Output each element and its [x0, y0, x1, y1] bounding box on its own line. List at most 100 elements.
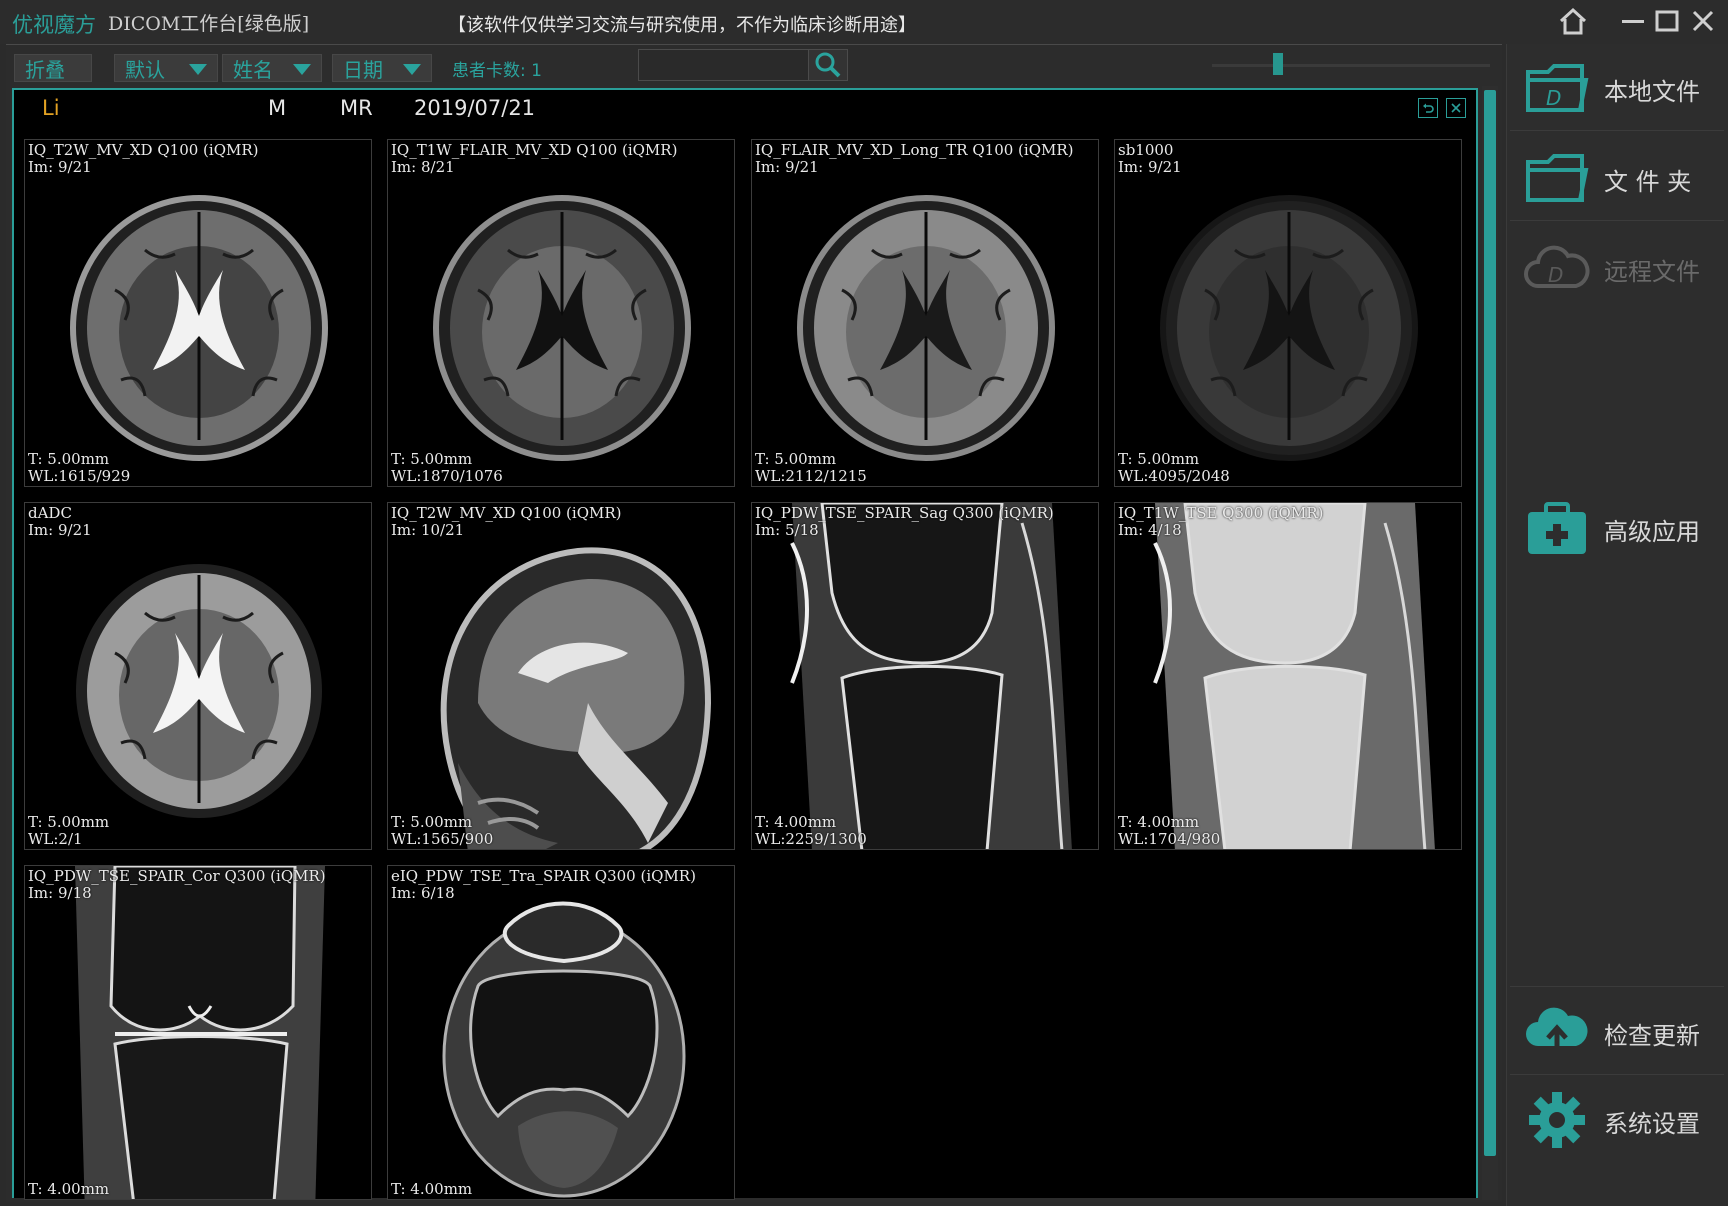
study-date: 2019/07/21 [414, 96, 536, 120]
image-index: Im: 10/21 [391, 521, 465, 539]
series-overlay-bottom: T: 5.00mm WL:2/1 [28, 814, 109, 848]
series-title: IQ_PDW_TSE_SPAIR_Cor Q300 (iQMR) [28, 867, 326, 885]
patient-name: Li [42, 96, 60, 120]
window-level: WL:1565/900 [391, 830, 494, 848]
mri-image [388, 866, 734, 1199]
series-overlay-top: dADC Im: 9/21 [28, 505, 92, 539]
series-title: IQ_T2W_MV_XD Q100 (iQMR) [28, 141, 259, 159]
series-thumbnail[interactable]: IQ_T2W_MV_XD Q100 (iQMR) Im: 9/21 T: 5.00m… [24, 139, 372, 487]
sort-name-dropdown[interactable]: 姓名 [222, 54, 322, 82]
series-overlay-bottom: T: 4.00mm WL:2259/1300 [755, 814, 867, 848]
home-icon[interactable] [1556, 4, 1590, 38]
gear-icon [1529, 1092, 1585, 1148]
cloud-upload-icon [1526, 1007, 1588, 1058]
title-bar: 优视魔方 DICOM工作台[绿色版] 【该软件仅供学习交流与研究使用，不作为临床… [0, 0, 1728, 44]
search-input[interactable] [640, 51, 810, 81]
patient-modality: MR [340, 96, 373, 120]
collapse-button[interactable]: 折叠 [14, 54, 92, 82]
series-overlay-bottom: T: 5.00mm WL:4095/2048 [1118, 451, 1230, 485]
series-overlay-bottom: T: 5.00mm WL:2112/1215 [755, 451, 867, 485]
sidebar-label-folder: 文 件 夹 [1604, 168, 1692, 196]
disclaimer-text: 【该软件仅供学习交流与研究使用，不作为临床诊断用途】 [448, 15, 916, 36]
series-thumbnail[interactable]: IQ_T1W_TSE Q300 (iQMR) Im: 4/18 T: 4.00mm W… [1114, 502, 1462, 850]
sidebar-item-remote-files[interactable]: D 远程文件 [1506, 224, 1728, 310]
app-brand: 优视魔方 [12, 13, 96, 37]
series-overlay-bottom: T: 4.00mm [28, 1181, 109, 1198]
slice-thickness: T: 4.00mm [391, 1180, 473, 1198]
sidebar-item-local-files[interactable]: D 本地文件 [1506, 44, 1728, 130]
slice-thickness: T: 4.00mm [755, 813, 837, 831]
undo-icon [1423, 103, 1434, 113]
series-title: IQ_PDW_TSE_SPAIR_Sag Q300 (iQMR) [755, 504, 1054, 522]
mri-image [70, 195, 328, 461]
series-title: sb1000 [1118, 141, 1174, 159]
slice-thickness: T: 4.00mm [1118, 813, 1200, 831]
sidebar-item-check-update[interactable]: 检查更新 [1506, 988, 1728, 1074]
series-thumbnail[interactable]: IQ_T2W_MV_XD Q100 (iQMR) Im: 10/21 T: 5.00… [387, 502, 735, 850]
local-folder-icon: D [1526, 64, 1589, 112]
app-subtitle: DICOM工作台[绿色版] [108, 13, 310, 35]
series-overlay-top: sb1000 Im: 9/21 [1118, 142, 1182, 176]
sidebar-label-remote-files: 远程文件 [1604, 258, 1700, 286]
collapse-button-label: 折叠 [25, 57, 65, 82]
minimize-icon[interactable] [1616, 4, 1650, 38]
image-index: Im: 9/21 [28, 521, 92, 539]
series-title: IQ_T1W_FLAIR_MV_XD Q100 (iQMR) [391, 141, 678, 159]
restore-panel-button[interactable] [1418, 98, 1438, 118]
sort-default-dropdown[interactable]: 默认 [114, 54, 218, 82]
image-index: Im: 6/18 [391, 884, 455, 902]
series-thumbnail[interactable]: IQ_FLAIR_MV_XD_Long_TR Q100 (iQMR) Im: 9/… [751, 139, 1099, 487]
patient-sex: M [268, 96, 287, 120]
series-title: IQ_FLAIR_MV_XD_Long_TR Q100 (iQMR) [755, 141, 1074, 159]
window-level: WL:1870/1076 [391, 467, 503, 485]
thumbnail-size-slider[interactable] [1212, 64, 1490, 67]
svg-text:D: D [1546, 86, 1561, 110]
sort-name-label: 姓名 [233, 57, 273, 82]
slider-thumb[interactable] [1273, 53, 1284, 75]
sort-default-label: 默认 [125, 57, 165, 82]
sidebar-label-settings: 系统设置 [1604, 1110, 1700, 1138]
series-overlay-bottom: T: 5.00mm WL:1565/900 [391, 814, 493, 848]
medkit-icon [1528, 502, 1586, 554]
mri-image [797, 195, 1055, 461]
series-thumbnail[interactable]: IQ_PDW_TSE_SPAIR_Cor Q300 (iQMR) Im: 9/18… [24, 865, 372, 1200]
mri-image [70, 558, 328, 824]
series-thumbnail[interactable]: sb1000 Im: 9/21 T: 5.00mm WL:4095/2048 [1114, 139, 1462, 487]
close-icon[interactable] [1686, 4, 1720, 38]
image-index: Im: 4/18 [1118, 521, 1182, 539]
sidebar-item-folder[interactable]: 文 件 夹 [1506, 134, 1728, 220]
series-overlay-top: IQ_FLAIR_MV_XD_Long_TR Q100 (iQMR) Im: 9/… [755, 142, 1074, 176]
sidebar-divider [1510, 986, 1724, 987]
series-overlay-bottom: T: 5.00mm WL:1870/1076 [391, 451, 503, 485]
series-overlay-bottom: T: 5.00mm WL:1615/929 [28, 451, 130, 485]
sidebar-label-advanced: 高级应用 [1604, 518, 1700, 546]
maximize-icon[interactable] [1650, 4, 1684, 38]
sidebar-item-settings[interactable]: 系统设置 [1506, 1076, 1728, 1162]
image-index: Im: 9/18 [28, 884, 92, 902]
close-panel-button[interactable] [1446, 98, 1466, 118]
series-thumbnail[interactable]: IQ_T1W_FLAIR_MV_XD Q100 (iQMR) Im: 8/21 T:… [387, 139, 735, 487]
mri-image [25, 866, 371, 1199]
sort-date-dropdown[interactable]: 日期 [332, 54, 432, 82]
search-icon [815, 52, 841, 78]
series-overlay-top: IQ_T1W_FLAIR_MV_XD Q100 (iQMR) Im: 8/21 [391, 142, 677, 176]
series-title: IQ_T2W_MV_XD Q100 (iQMR) [391, 504, 622, 522]
series-thumbnail[interactable]: IQ_PDW_TSE_SPAIR_Sag Q300 (iQMR) Im: 5/18… [751, 502, 1099, 850]
window-level: WL:2112/1215 [755, 467, 867, 485]
mri-image [752, 503, 1098, 849]
series-thumbnail[interactable]: eIQ_PDW_TSE_Tra_SPAIR Q300 (iQMR) Im: 6/1… [387, 865, 735, 1200]
series-overlay-top: IQ_T1W_TSE Q300 (iQMR) Im: 4/18 [1118, 505, 1323, 539]
series-thumbnail[interactable]: dADC Im: 9/21 T: 5.00mm WL:2/1 [24, 502, 372, 850]
scrollbar-thumb[interactable] [1484, 90, 1496, 1156]
window-level: WL:2259/1300 [755, 830, 867, 848]
sort-date-label: 日期 [343, 57, 383, 82]
search-button[interactable] [808, 50, 847, 80]
window-level: WL:4095/2048 [1118, 467, 1230, 485]
series-title: IQ_T1W_TSE Q300 (iQMR) [1118, 504, 1324, 522]
slice-thickness: T: 5.00mm [391, 450, 473, 468]
mri-image [1160, 195, 1418, 461]
sidebar-item-advanced[interactable]: 高级应用 [1506, 484, 1728, 570]
image-index: Im: 5/18 [755, 521, 819, 539]
slice-thickness: T: 5.00mm [28, 813, 110, 831]
chevron-down-icon [293, 64, 311, 75]
